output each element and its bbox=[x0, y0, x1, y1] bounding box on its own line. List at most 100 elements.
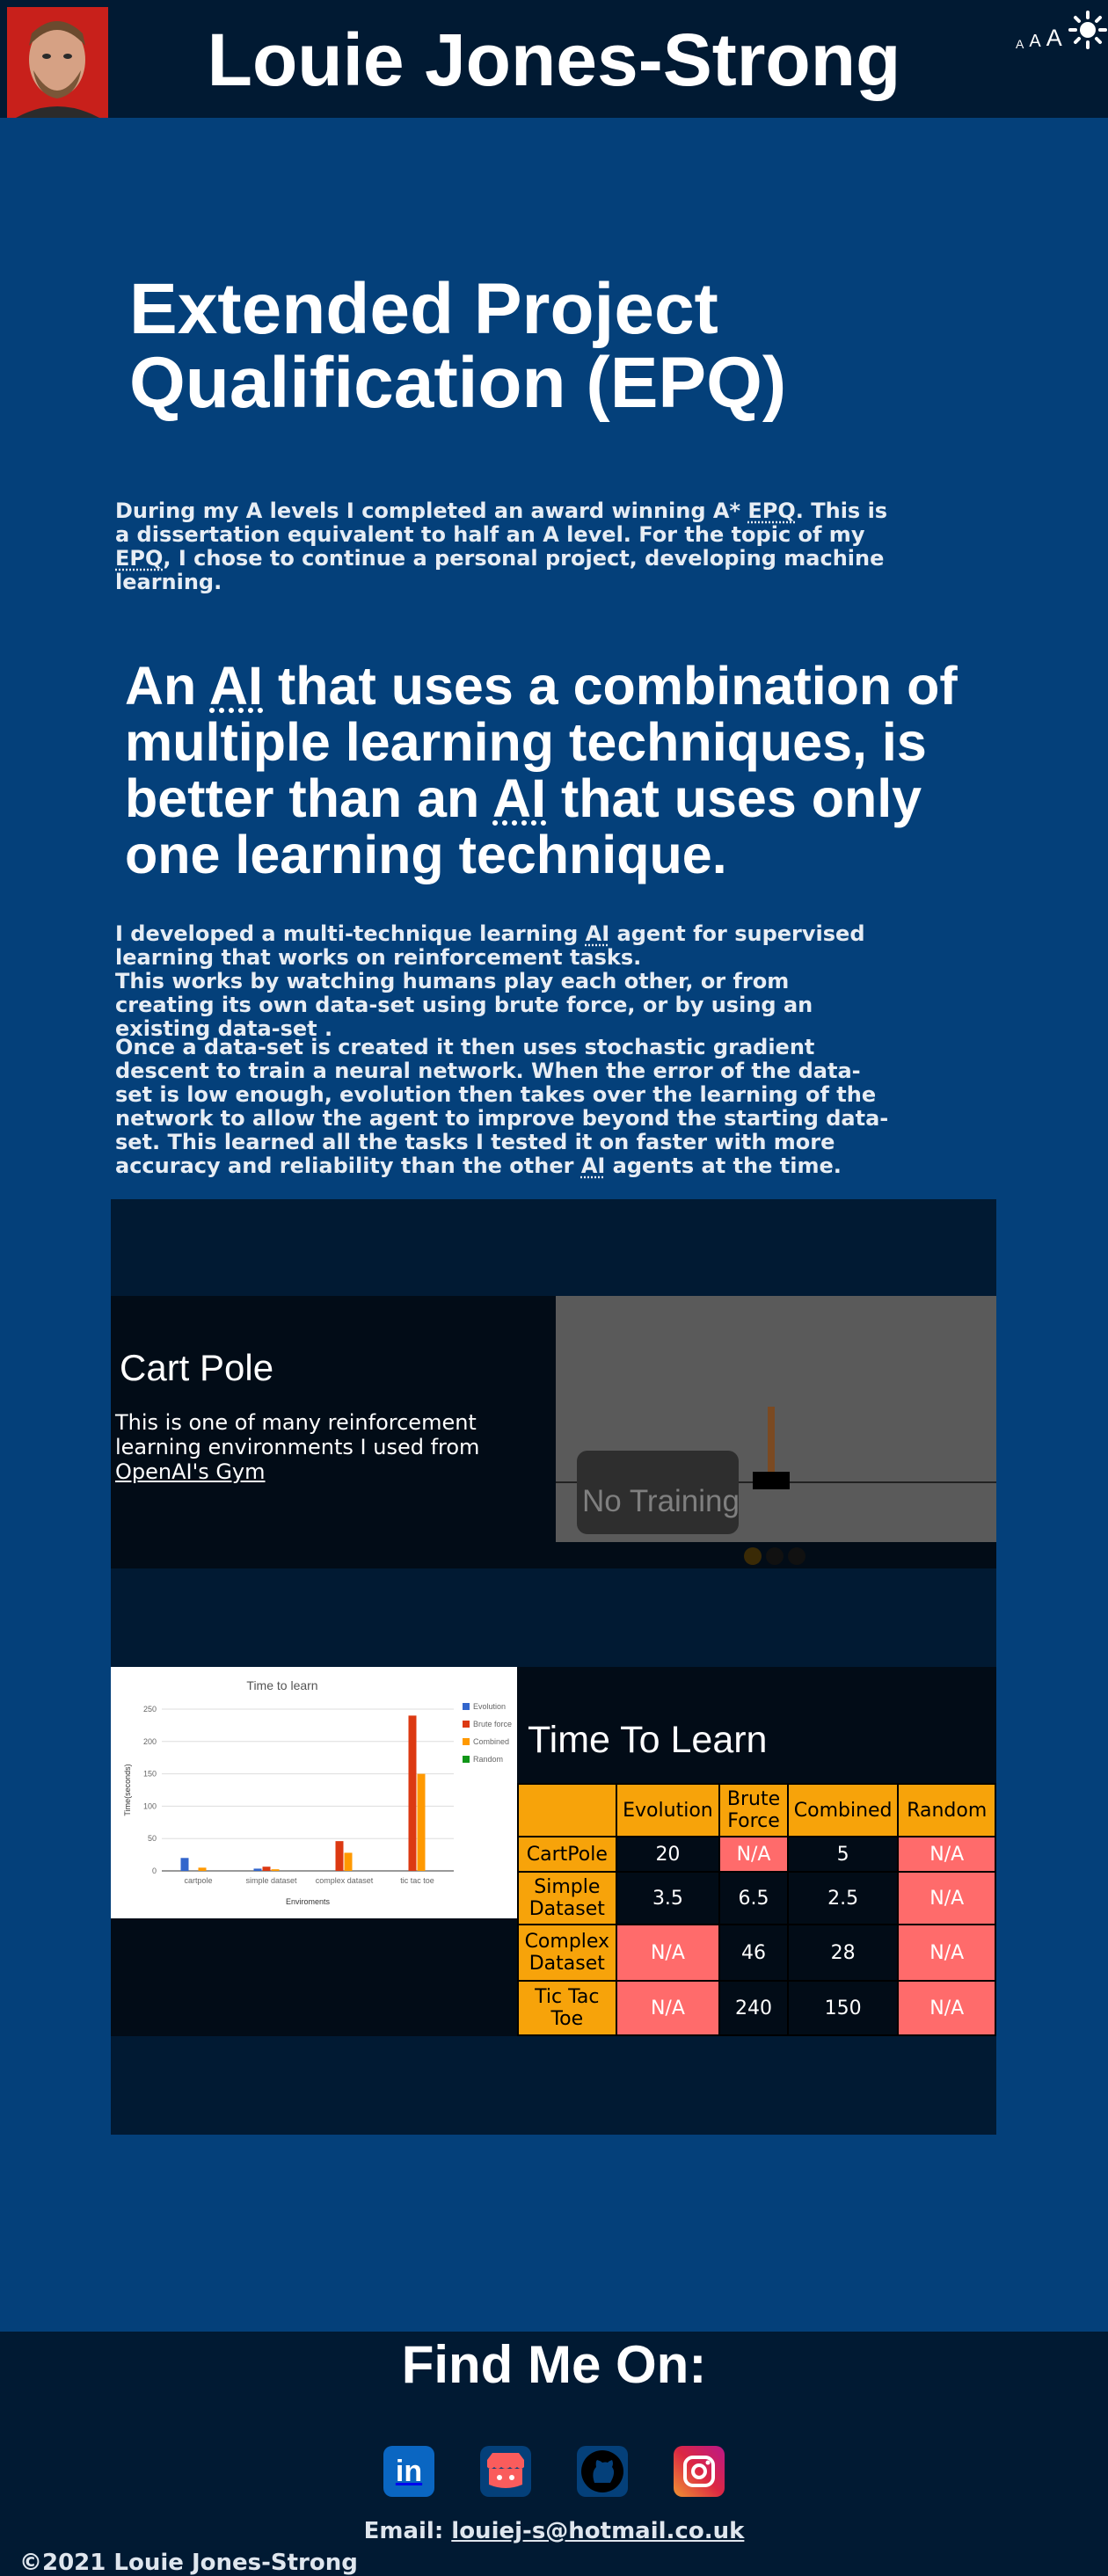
cart-pole-title: Cart Pole bbox=[120, 1347, 274, 1388]
chart-bar bbox=[198, 1867, 207, 1871]
description-paragraph-1: I developed a multi-technique learning A… bbox=[115, 921, 865, 1041]
legend-swatch bbox=[463, 1703, 470, 1710]
table-header-row: Evolution Brute Force Combined Random bbox=[517, 1783, 996, 1837]
table-cell: 5 bbox=[786, 1836, 900, 1873]
no-training-badge: No Training bbox=[577, 1451, 740, 1534]
cart-pole-simulation: No Training bbox=[556, 1296, 996, 1542]
email-link[interactable]: louiej-s@hotmail.co.uk bbox=[451, 2518, 744, 2544]
ai-abbr: AI bbox=[492, 768, 547, 828]
table-cell: N/A bbox=[897, 1836, 996, 1873]
epq-abbr: EPQ bbox=[115, 546, 164, 571]
x-tick-label: tic tac toe bbox=[400, 1876, 434, 1885]
instagram-icon[interactable] bbox=[674, 2446, 725, 2497]
table-header-cell: Brute Force bbox=[718, 1783, 789, 1837]
font-size-medium-button[interactable]: A bbox=[1029, 33, 1040, 50]
sun-icon[interactable] bbox=[1068, 11, 1107, 49]
no-training-label: No Training bbox=[582, 1484, 740, 1518]
table-cell: 20 bbox=[615, 1836, 721, 1873]
chart-bar bbox=[253, 1868, 262, 1871]
chart-bar bbox=[335, 1841, 344, 1871]
carousel-dot-1[interactable] bbox=[744, 1547, 762, 1565]
table-cell: N/A bbox=[897, 1871, 996, 1925]
cart-pole-text: This is one of many reinforcement learni… bbox=[115, 1410, 480, 1484]
github-icon[interactable] bbox=[577, 2446, 628, 2497]
project-section: Cart Pole This is one of many reinforcem… bbox=[111, 1199, 996, 2135]
y-tick-label: 200 bbox=[143, 1737, 157, 1746]
linkedin-icon[interactable]: in bbox=[383, 2446, 434, 2497]
table-row: Simple Dataset 3.5 6.5 2.5 N/A bbox=[517, 1871, 996, 1925]
table-cell: 3.5 bbox=[615, 1871, 721, 1925]
legend-swatch bbox=[463, 1738, 470, 1745]
copyright: ©2021 Louie Jones-Strong bbox=[19, 2550, 358, 2576]
y-axis-label: Time(seconds) bbox=[123, 1764, 132, 1816]
description-paragraph-2: Once a data-set is created it then uses … bbox=[115, 1035, 889, 1178]
carousel-dot-3[interactable] bbox=[788, 1547, 805, 1565]
time-to-learn-card: Time to learn 0 50 100 150 200 250 cartpole simp… bbox=[111, 1667, 996, 2036]
email-line: Email: louiej-s@hotmail.co.uk bbox=[363, 2518, 745, 2544]
table-cell: 2.5 bbox=[786, 1871, 900, 1925]
table-header-cell: Evolution bbox=[615, 1783, 721, 1837]
linkedin-label: in bbox=[395, 2454, 423, 2488]
table-cell: 46 bbox=[718, 1924, 789, 1982]
chart-svg: Time to learn 0 50 100 150 200 250 cartpole simp… bbox=[123, 1678, 512, 1906]
table-row-name: Tic Tac Toe bbox=[517, 1980, 617, 2036]
pole bbox=[768, 1407, 775, 1477]
y-tick-label: 150 bbox=[143, 1770, 157, 1779]
legend-entry: Random bbox=[473, 1755, 503, 1764]
cart bbox=[753, 1472, 790, 1489]
table-row-name: CartPole bbox=[517, 1836, 617, 1873]
chart-bar bbox=[408, 1715, 417, 1871]
cart-pole-card: Cart Pole This is one of many reinforcem… bbox=[111, 1296, 996, 1568]
site-title: Louie Jones-Strong bbox=[207, 18, 901, 101]
site-header: Louie Jones-Strong A A A bbox=[0, 0, 1108, 118]
y-tick-label: 50 bbox=[148, 1834, 157, 1843]
x-tick-label: complex dataset bbox=[316, 1876, 374, 1885]
y-tick-label: 100 bbox=[143, 1801, 157, 1810]
ai-abbr: AI bbox=[580, 1153, 606, 1178]
table-cell: N/A bbox=[718, 1836, 789, 1873]
time-to-learn-title: Time To Learn bbox=[528, 1719, 768, 1761]
y-tick-label: 250 bbox=[143, 1705, 157, 1714]
legend-swatch bbox=[463, 1756, 470, 1763]
carousel-dot-2[interactable] bbox=[766, 1547, 784, 1565]
chart-bar bbox=[344, 1852, 353, 1871]
y-tick-label: 0 bbox=[152, 1867, 157, 1875]
itch-icon[interactable] bbox=[480, 2446, 531, 2497]
ai-abbr: AI bbox=[209, 656, 263, 716]
time-to-learn-table: Evolution Brute Force Combined Random Ca… bbox=[517, 1783, 996, 2036]
x-tick-label: simple dataset bbox=[245, 1876, 297, 1885]
intro-paragraph: During my A levels I completed an award … bbox=[115, 498, 888, 594]
table-cell: 240 bbox=[718, 1980, 789, 2036]
table-row-name: Simple Dataset bbox=[517, 1871, 617, 1925]
table-cell: 150 bbox=[786, 1980, 900, 2036]
table-cell: N/A bbox=[897, 1980, 996, 2036]
thesis-heading: An AI that uses a combination of multipl… bbox=[125, 656, 958, 884]
legend-entry: Brute force bbox=[473, 1720, 512, 1728]
social-links: in bbox=[0, 2446, 1108, 2497]
legend-entry: Combined bbox=[473, 1737, 509, 1746]
table-row-name: Complex Dataset bbox=[517, 1924, 617, 1982]
legend-swatch bbox=[463, 1721, 470, 1728]
carousel-dots bbox=[744, 1547, 805, 1565]
chart-bar bbox=[271, 1869, 280, 1871]
site-footer: Find Me On: in Email: louiej-s@hotmail.c… bbox=[0, 2332, 1108, 2576]
footer-title: Find Me On: bbox=[401, 2335, 707, 2394]
x-tick-label: cartpole bbox=[184, 1876, 212, 1885]
ai-abbr: AI bbox=[585, 921, 610, 946]
table-cell: 6.5 bbox=[718, 1871, 789, 1925]
font-size-large-button[interactable]: A bbox=[1046, 26, 1062, 50]
chart-title: Time to learn bbox=[246, 1678, 317, 1692]
font-size-small-button[interactable]: A bbox=[1016, 38, 1024, 50]
x-axis-label: Enviroments bbox=[286, 1897, 331, 1906]
table-cell: N/A bbox=[615, 1980, 721, 2036]
table-row: Tic Tac Toe N/A 240 150 N/A bbox=[517, 1980, 996, 2036]
table-header-cell: Combined bbox=[786, 1783, 900, 1837]
table-cell: 28 bbox=[786, 1924, 900, 1982]
table-cell: N/A bbox=[615, 1924, 721, 1982]
legend-entry: Evolution bbox=[473, 1702, 506, 1711]
chart-bar bbox=[262, 1867, 271, 1871]
chart-bar bbox=[417, 1773, 426, 1871]
epq-abbr: EPQ bbox=[747, 498, 796, 523]
table-row: Complex Dataset N/A 46 28 N/A bbox=[517, 1924, 996, 1982]
openai-gym-link[interactable]: OpenAI's Gym bbox=[115, 1459, 266, 1484]
